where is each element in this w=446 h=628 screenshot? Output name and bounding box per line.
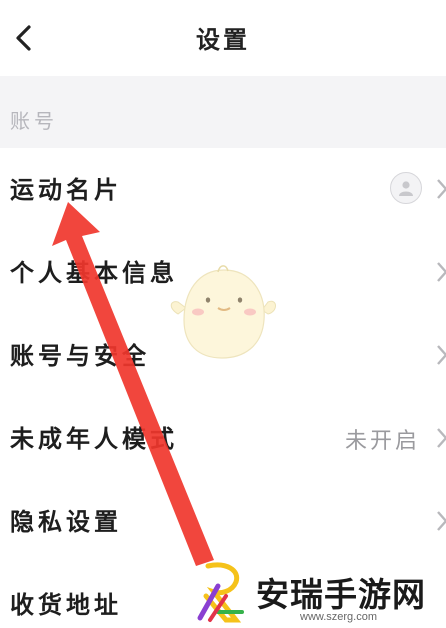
chevron-right-icon [437,345,446,365]
settings-item-label: 隐私设置 [10,508,122,536]
watermark: 安瑞手游网 www.szerg.com [196,562,446,628]
chevron-right-icon [437,428,446,448]
settings-item-label: 运动名片 [10,176,122,204]
section-header [0,76,446,148]
settings-item-value: 未开启 [344,429,420,454]
settings-list: 运动名片 个人基本信息 账号与安全 未成年人模式 未开启 隐私设置 收货地址 [0,148,446,628]
avatar-icon [390,172,422,204]
settings-item-label: 收货地址 [10,591,122,619]
watermark-url: www.szerg.com [300,611,378,623]
settings-item-label: 账号与安全 [10,342,150,370]
settings-item-label: 未成年人模式 [10,425,178,453]
chevron-right-icon [437,262,446,282]
chick-mascot-icon [170,265,276,359]
header-bar: 设置 [0,0,446,76]
chevron-right-icon [437,511,446,531]
settings-item-sport-card[interactable]: 运动名片 [0,148,446,231]
watermark-logo-icon [197,562,244,623]
section-label-account: 账号 [10,109,58,133]
settings-item-minor-mode[interactable]: 未成年人模式 未开启 [0,397,446,480]
settings-item-privacy[interactable]: 隐私设置 [0,480,446,563]
chevron-right-icon [437,179,446,199]
settings-item-label: 个人基本信息 [10,259,178,287]
page-title: 设置 [196,26,250,54]
watermark-text: 安瑞手游网 [256,575,426,614]
